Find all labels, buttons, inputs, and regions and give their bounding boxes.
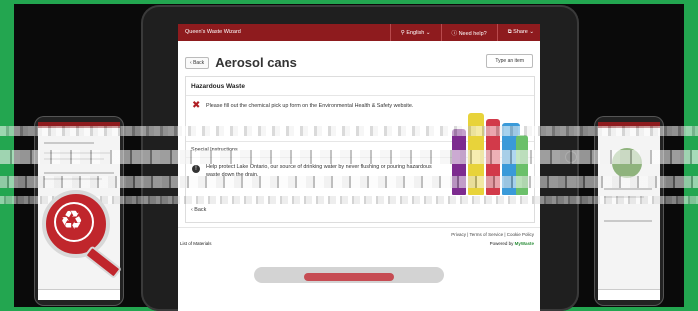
glitch-band [0,150,698,164]
chevron-down-icon: ⌄ [529,29,534,35]
footer: Privacy | Terms of Service | Cookie Poli… [178,227,540,258]
help-label: Need help? [458,30,487,37]
green-border-top [0,0,698,4]
top-menu: ⚲ English ⌄ ⓘ Need help? ⧉ Share ⌄ [389,24,534,41]
powered-by: Powered by MyWaste [489,241,534,246]
glitch-band [0,196,698,204]
chevron-down-icon: ⌄ [425,29,431,36]
info-icon: ! [192,165,200,173]
bottom-pill [254,267,444,283]
brand-title[interactable]: Queen's Waste Wizard [185,29,241,35]
language-label: English [406,29,425,36]
page-header: ‹ Back Aerosol cans [185,55,297,70]
left-phone-bottom-nav [38,289,120,300]
tablet-screen: Queen's Waste Wizard ⚲ English ⌄ ⓘ Need … [178,24,540,311]
screenshot-frame: Queen's Waste Wizard ⚲ English ⌄ ⓘ Need … [0,0,698,311]
recycle-icon: ♻ [60,205,84,235]
help-link[interactable]: ⓘ Need help? [452,29,487,37]
back-link[interactable]: ‹ Back [191,207,206,213]
glitch-band [0,176,698,188]
hazard-instructions: Please fill out the chemical pick up for… [206,103,414,109]
right-phone-bottom-nav [598,289,660,300]
share-icon: ⧉ [507,29,512,35]
back-button[interactable]: ‹ Back [185,56,210,69]
type-an-item-button[interactable]: Type an item [486,54,533,68]
page-title: Aerosol cans [215,55,297,70]
help-icon: ⓘ [451,30,458,37]
list-of-materials-link[interactable]: List of Materials [180,241,212,246]
right-phone-screen [598,122,660,300]
top-navigation-bar: Queen's Waste Wizard ⚲ English ⌄ ⓘ Need … [178,24,540,41]
share-button[interactable]: ⧉ Share ⌄ [508,29,534,36]
recycle-search-icon: ♻ [42,190,110,258]
language-selector[interactable]: ⚲ English ⌄ [401,30,431,36]
right-phone [594,116,664,306]
footer-links[interactable]: Privacy | Terms of Service | Cookie Poli… [451,232,534,237]
glitch-band [0,126,698,136]
hazard-x-icon: ✖ [192,100,201,111]
section-title: Hazardous Waste [191,83,245,90]
globe-icon: ⚲ [400,29,405,36]
mywaste-logo[interactable]: MyWaste [515,241,534,246]
share-label: Share [513,29,528,35]
